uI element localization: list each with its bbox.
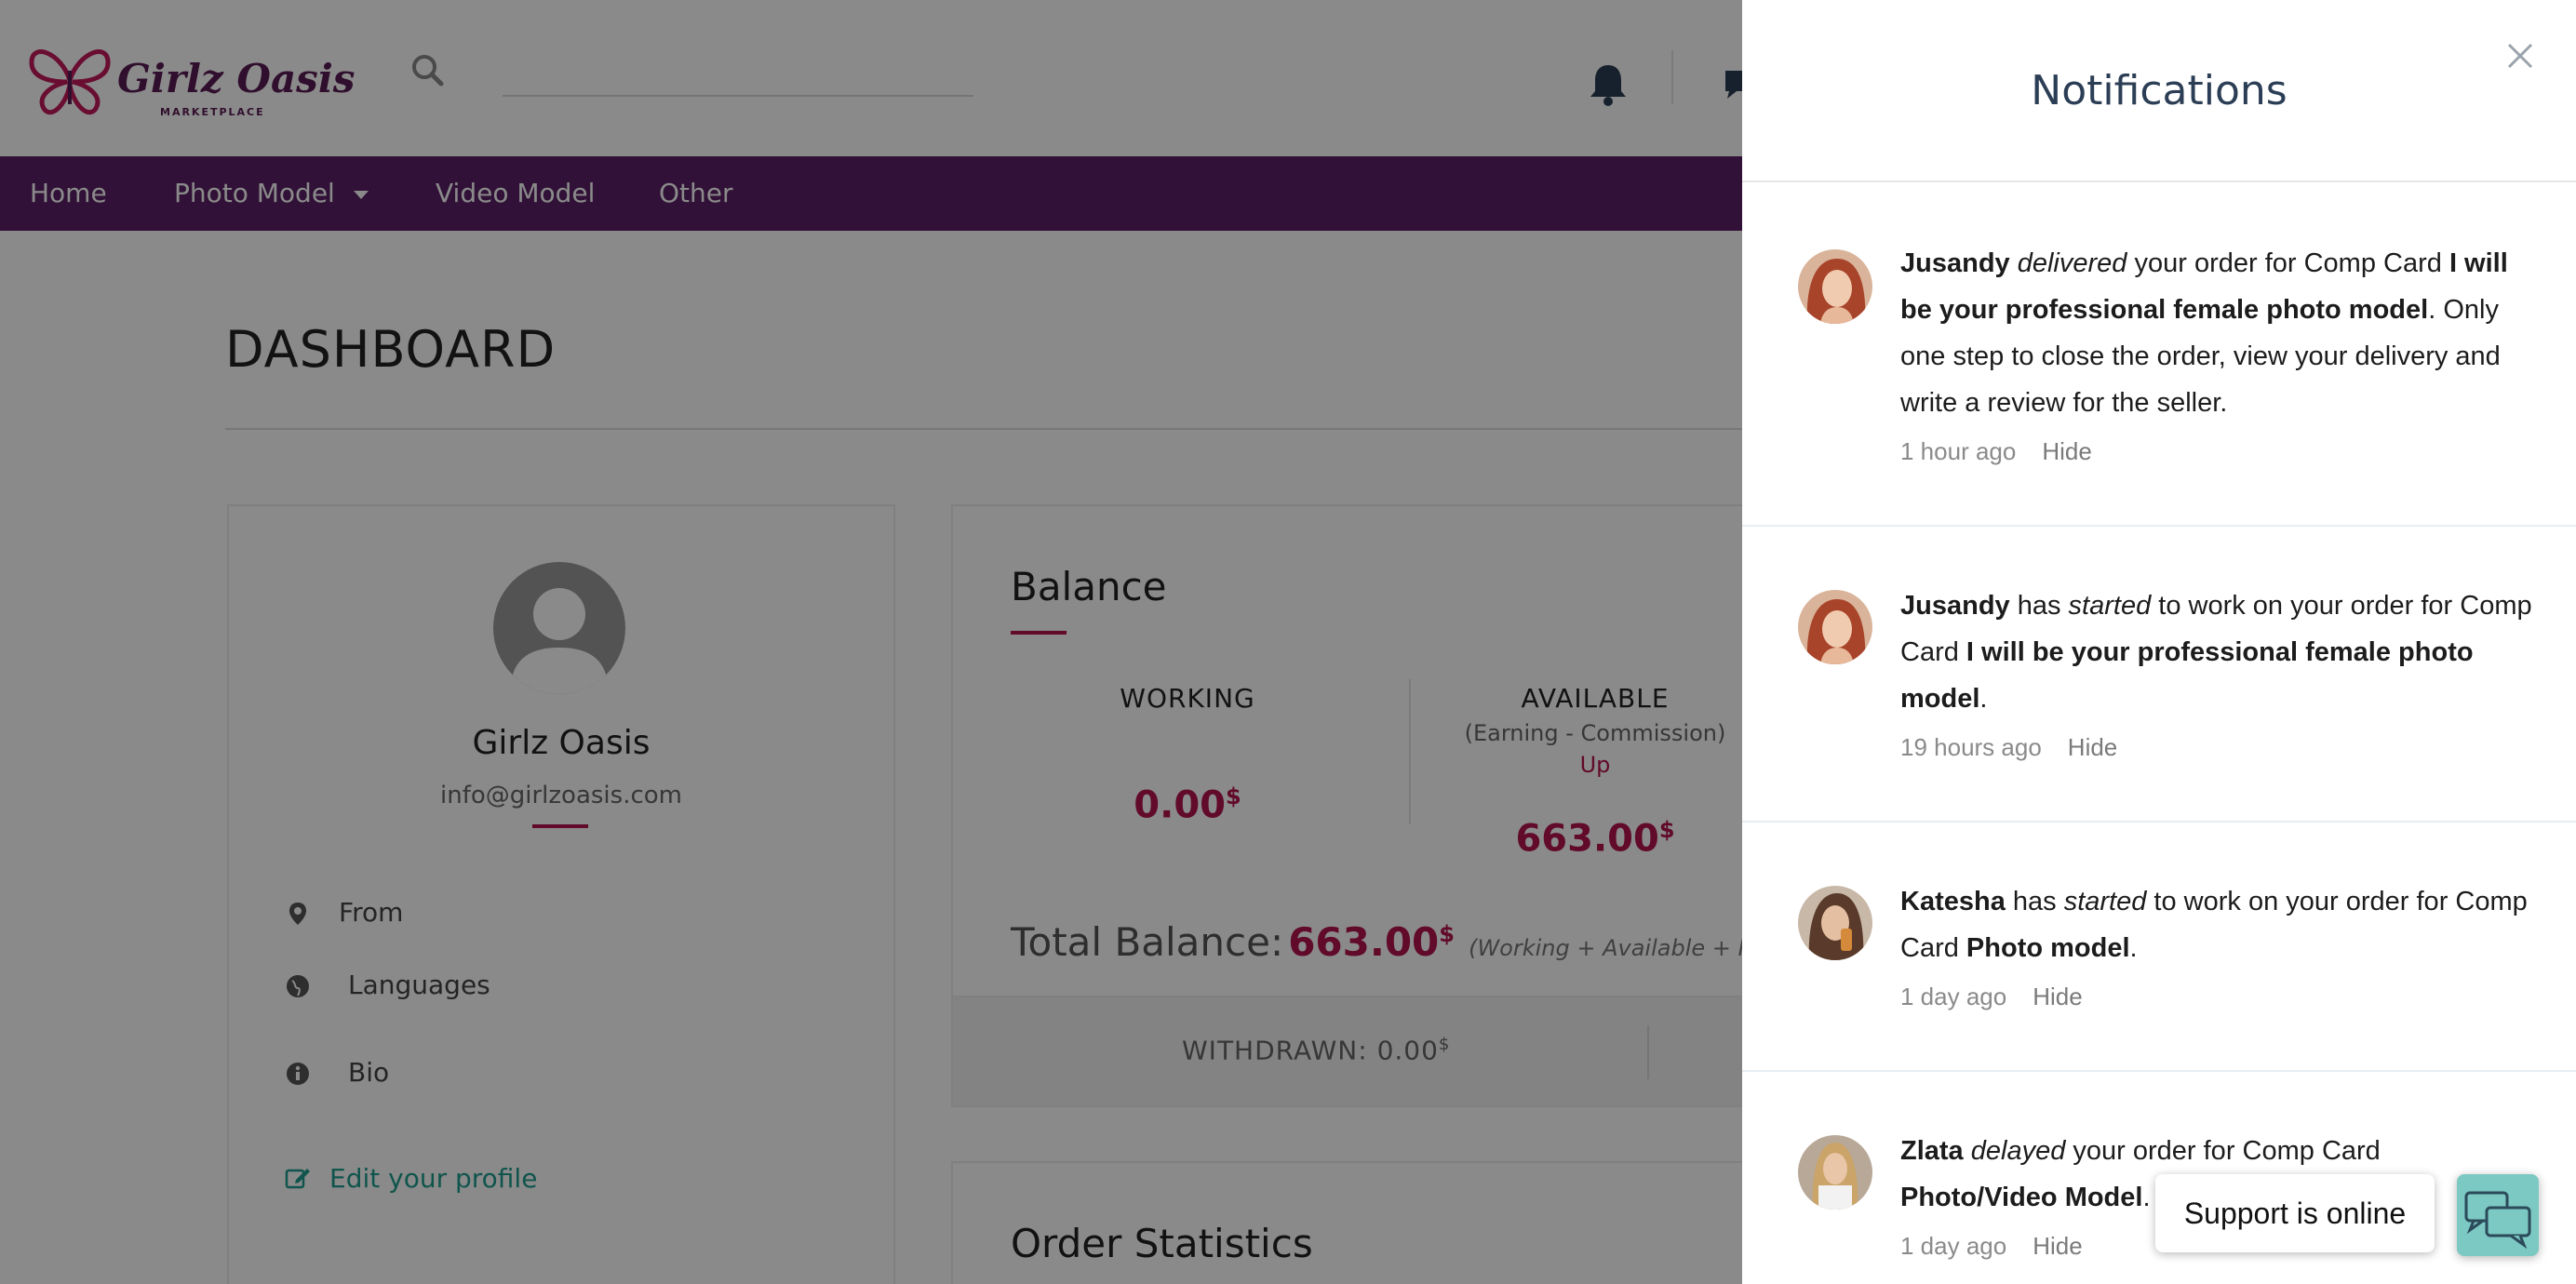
notification-item[interactable]: Jusandy has started to work on your orde…	[1742, 527, 2576, 823]
notification-item[interactable]: Katesha has started to work on your orde…	[1742, 823, 2576, 1072]
avatar[interactable]	[1798, 886, 1872, 960]
notification-time: 19 hours ago	[1900, 733, 2042, 761]
hide-button[interactable]: Hide	[2033, 983, 2082, 1010]
notification-gig-title[interactable]: Photo/Video Model	[1900, 1183, 2142, 1212]
notification-action: started	[2068, 591, 2152, 621]
notification-message: .	[1979, 684, 1988, 714]
hide-button[interactable]: Hide	[2068, 733, 2117, 761]
chat-bubbles-icon	[2464, 1191, 2531, 1250]
notification-message: your order for Comp Card	[2065, 1136, 2381, 1166]
avatar[interactable]	[1798, 249, 1872, 324]
notification-meta: 19 hours ago Hide	[1900, 733, 2117, 762]
close-icon[interactable]	[2502, 37, 2539, 74]
notification-meta: 1 day ago Hide	[1900, 983, 2083, 1011]
notification-time: 1 day ago	[1900, 983, 2007, 1010]
notification-text: Katesha has started to work on your orde…	[1900, 878, 2533, 971]
notification-message: your order for Comp Card	[2127, 248, 2449, 278]
support-status-bubble[interactable]: Support is online	[2155, 1174, 2435, 1252]
notification-action: started	[2063, 887, 2147, 916]
notifications-panel: Notifications Jusandy delivered your ord…	[1742, 0, 2576, 1284]
notification-user[interactable]: Zlata	[1900, 1136, 1964, 1166]
notification-message: has	[2005, 887, 2064, 916]
notification-text: Jusandy has started to work on your orde…	[1900, 582, 2533, 722]
notification-time: 1 day ago	[1900, 1232, 2007, 1260]
notification-meta: 1 hour ago Hide	[1900, 437, 2092, 466]
user-photo-icon	[1798, 590, 1872, 664]
notification-message: .	[2129, 933, 2138, 963]
notification-meta: 1 day ago Hide	[1900, 1232, 2083, 1261]
avatar[interactable]	[1798, 590, 1872, 664]
notification-item[interactable]: Jusandy delivered your order for Comp Ca…	[1742, 182, 2576, 527]
notification-gig-title[interactable]: Photo model	[1966, 933, 2130, 963]
notification-action: delayed	[1970, 1136, 2066, 1166]
notification-message: .	[2142, 1183, 2151, 1212]
user-photo-icon	[1798, 249, 1872, 324]
notification-user[interactable]: Jusandy	[1900, 248, 2010, 278]
notification-user[interactable]: Katesha	[1900, 887, 2006, 916]
avatar[interactable]	[1798, 1135, 1872, 1210]
user-photo-icon	[1798, 886, 1872, 960]
notifications-title: Notifications	[2031, 67, 2288, 114]
notification-action: delivered	[2017, 248, 2127, 278]
hide-button[interactable]: Hide	[2033, 1232, 2082, 1260]
notification-text: Jusandy delivered your order for Comp Ca…	[1900, 240, 2533, 426]
notification-message: has	[2009, 591, 2069, 621]
notifications-header: Notifications	[1742, 0, 2576, 182]
support-chat-button[interactable]	[2457, 1174, 2539, 1256]
notification-user[interactable]: Jusandy	[1900, 591, 2010, 621]
notification-time: 1 hour ago	[1900, 437, 2017, 465]
hide-button[interactable]: Hide	[2042, 437, 2091, 465]
modal-backdrop[interactable]	[0, 0, 1742, 1284]
user-photo-icon	[1798, 1135, 1872, 1210]
